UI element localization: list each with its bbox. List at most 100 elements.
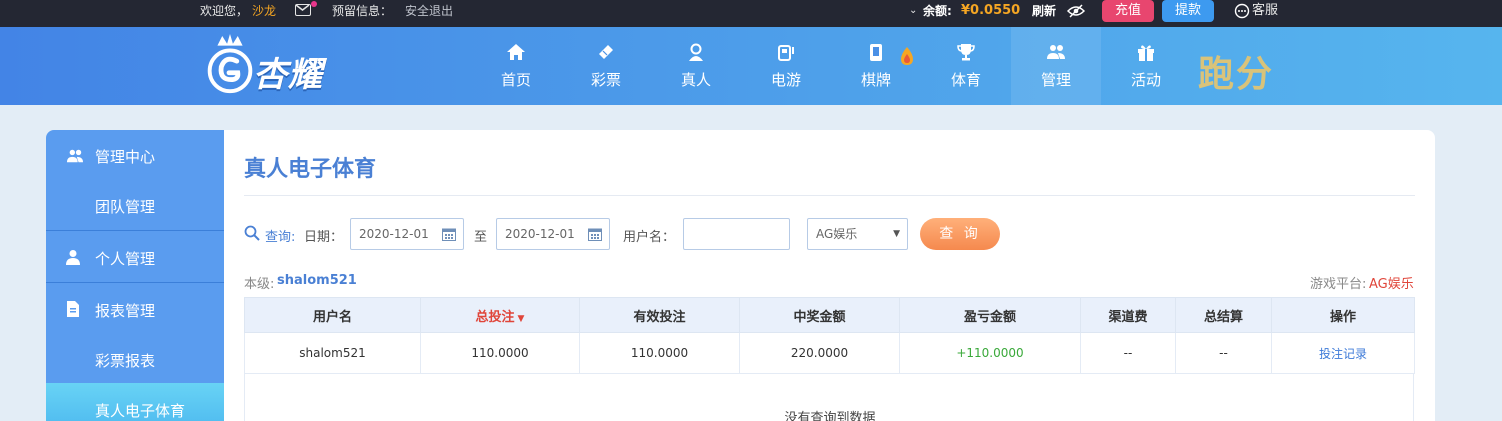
cell-winnings: 220.0000	[739, 332, 900, 374]
nav-manage[interactable]: 管理	[1011, 27, 1101, 105]
sidebar-item-label: 真人电子体育	[95, 402, 186, 420]
col-total-bet[interactable]: 总投注 ▼	[420, 297, 580, 333]
nav-cards[interactable]: 棋牌	[831, 27, 921, 105]
cell-channel-fee: --	[1080, 332, 1176, 374]
reserved-info-label: 预留信息：	[332, 4, 393, 18]
users-icon	[67, 149, 83, 163]
date-from-value: 2020-12-01	[359, 227, 429, 241]
gift-icon	[1138, 45, 1154, 61]
col-profit-loss[interactable]: 盈亏金额	[899, 297, 1081, 333]
platform-label: 游戏平台:	[1310, 277, 1367, 292]
eye-off-icon[interactable]	[1066, 3, 1086, 19]
dealer-icon	[689, 43, 703, 61]
mail-badge	[311, 1, 317, 7]
trophy-icon	[957, 44, 975, 61]
date-to-value: 2020-12-01	[505, 227, 575, 241]
nav-sports[interactable]: 体育	[921, 27, 1011, 105]
sidebar: 管理中心 团队管理 个人管理 报表管理 彩票报表 真人电子体育	[46, 130, 224, 421]
col-channel-fee[interactable]: 渠道费	[1080, 297, 1176, 333]
col-total-bet-label: 总投注	[475, 309, 515, 325]
nav-home-label: 首页	[500, 71, 531, 89]
calendar-icon[interactable]	[442, 227, 456, 241]
page-title: 真人电子体育	[244, 157, 377, 182]
home-icon	[507, 44, 525, 60]
level-user[interactable]: shalom521	[277, 273, 357, 288]
username-label: 用户名：	[623, 230, 676, 245]
nav-cards-label: 棋牌	[860, 71, 891, 89]
platform-select-value: AG娱乐	[816, 227, 858, 241]
cell-settlement: --	[1175, 332, 1272, 374]
service-link[interactable]: 客服	[1252, 0, 1278, 22]
report-table: 用户名 总投注 ▼ 有效投注 中奖金额 盈亏金额 渠道费 总结算 操作 shalo…	[244, 297, 1415, 374]
col-settlement[interactable]: 总结算	[1175, 297, 1272, 333]
sidebar-item-label: 个人管理	[95, 250, 156, 268]
sidebar-item-label: 团队管理	[95, 198, 156, 216]
ticket-icon	[599, 45, 613, 59]
col-actions: 操作	[1271, 297, 1415, 333]
sidebar-divider	[46, 282, 224, 283]
empty-state: 没有查询到数据	[244, 373, 1414, 421]
cell-total-bet: 110.0000	[420, 332, 580, 374]
nav-live-label: 真人	[680, 71, 711, 89]
to-label: 至	[474, 230, 488, 245]
mahjong-icon	[870, 44, 882, 61]
balance-label: 余额:	[923, 4, 952, 18]
date-from-input[interactable]: 2020-12-01	[350, 218, 464, 250]
platform-value: AG娱乐	[1369, 277, 1414, 292]
cell-profit-loss: +110.0000	[899, 332, 1081, 374]
username-link[interactable]: 沙龙	[252, 0, 276, 22]
nav-lottery[interactable]: 彩票	[561, 27, 651, 105]
cell-username: shalom521	[244, 332, 421, 374]
user-icon	[66, 250, 80, 265]
chat-icon[interactable]	[1234, 3, 1250, 19]
table-row: shalom521 110.0000 110.0000 220.0000 +11…	[244, 332, 1415, 374]
users-icon	[1047, 45, 1065, 59]
title-divider	[244, 195, 1415, 196]
nav-live[interactable]: 真人	[651, 27, 741, 105]
mail-icon[interactable]	[295, 4, 311, 16]
hot-flame-icon	[901, 47, 913, 65]
document-icon	[67, 301, 79, 317]
welcome-text: 欢迎您，	[200, 4, 249, 18]
nav-slots[interactable]: 电游	[741, 27, 831, 105]
sidebar-item-label: 报表管理	[95, 302, 156, 320]
logo-emblem-icon[interactable]	[203, 34, 257, 96]
sidebar-item-label: 彩票报表	[95, 352, 156, 370]
nav-manage-label: 管理	[1040, 71, 1071, 89]
cell-valid-bet: 110.0000	[579, 332, 740, 374]
date-label: 日期：	[304, 230, 344, 245]
nav-promotions[interactable]: 活动	[1101, 27, 1191, 105]
col-winnings[interactable]: 中奖金额	[739, 297, 900, 333]
sort-desc-icon[interactable]: ▼	[518, 314, 525, 324]
date-to-input[interactable]: 2020-12-01	[496, 218, 610, 250]
logo-text[interactable]: 杏耀	[253, 47, 323, 96]
deposit-button[interactable]: 充值	[1102, 0, 1154, 22]
nav-promotions-label: 活动	[1130, 71, 1161, 89]
nav-home[interactable]: 首页	[471, 27, 561, 105]
bet-records-link[interactable]: 投注记录	[1271, 332, 1415, 374]
withdraw-button[interactable]: 提款	[1162, 0, 1214, 22]
col-valid-bet[interactable]: 有效投注	[579, 297, 740, 333]
run-points-banner[interactable]: 跑分	[1198, 45, 1274, 97]
username-input[interactable]	[683, 218, 790, 250]
chevron-down-icon[interactable]: ⌄	[909, 0, 917, 22]
query-button[interactable]: 查 询	[920, 218, 1000, 250]
top-bar: 欢迎您， 沙龙 预留信息： 安全退出 ⌄ 余额: ¥0.0550 刷新 充值 提…	[0, 0, 1502, 27]
search-icon	[244, 225, 260, 241]
nav-lottery-label: 彩票	[590, 71, 621, 89]
balance-value: ¥0.0550	[961, 3, 1021, 18]
logout-link[interactable]: 安全退出	[405, 0, 453, 22]
sidebar-divider	[46, 230, 224, 231]
col-username[interactable]: 用户名	[244, 297, 421, 333]
nav-sports-label: 体育	[950, 71, 981, 89]
caret-down-icon: ▼	[893, 229, 900, 239]
nav-slots-label: 电游	[770, 71, 801, 89]
table-header-row: 用户名 总投注 ▼ 有效投注 中奖金额 盈亏金额 渠道费 总结算 操作	[244, 297, 1415, 333]
empty-state-text: 没有查询到数据	[784, 411, 876, 421]
slot-machine-icon	[778, 45, 794, 61]
calendar-icon[interactable]	[588, 227, 602, 241]
platform-select[interactable]: AG娱乐 ▼	[807, 218, 908, 250]
sidebar-item-label: 管理中心	[95, 148, 156, 166]
refresh-link[interactable]: 刷新	[1032, 0, 1056, 22]
query-label: 查询:	[265, 230, 296, 245]
